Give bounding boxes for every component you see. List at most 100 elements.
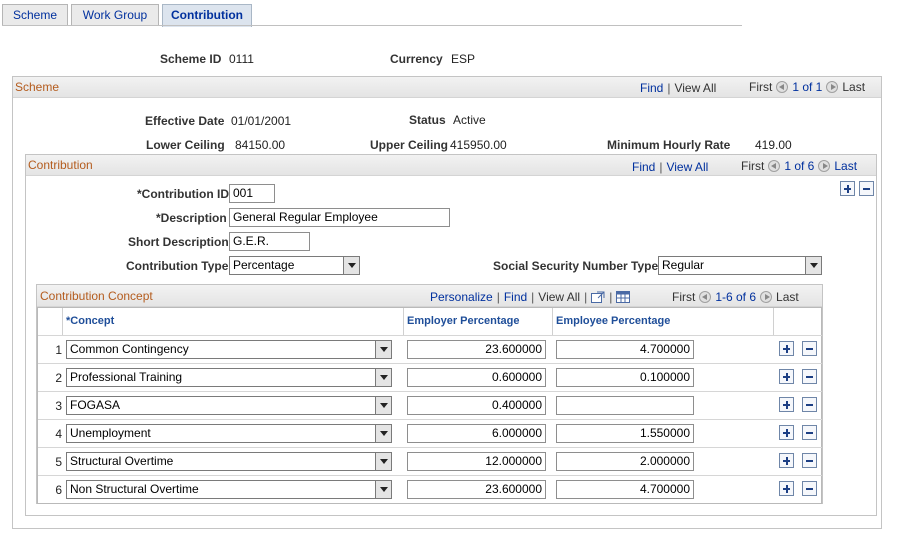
min-hourly-rate-label: Minimum Hourly Rate <box>607 138 731 152</box>
delete-contribution-button[interactable] <box>859 181 874 196</box>
row-number: 4 <box>55 427 62 441</box>
table-row: 2 Professional Training 0.600000 0.100000 <box>38 363 822 391</box>
concept-select[interactable]: Structural Overtime <box>66 452 392 471</box>
contribution-view-all-link[interactable]: View All <box>666 160 708 174</box>
concept-select[interactable]: Non Structural Overtime <box>66 480 392 499</box>
contribution-nav: Find | View All <box>632 160 708 174</box>
concept-find-link[interactable]: Find <box>504 290 527 304</box>
contribution-concept-section: Contribution Concept Personalize | Find … <box>36 284 823 504</box>
concept-column-header[interactable]: *Concept <box>63 308 404 335</box>
add-contribution-button[interactable] <box>840 181 855 196</box>
new-window-icon[interactable] <box>591 291 605 303</box>
concept-nav: Personalize | Find | View All | | <box>430 290 631 304</box>
personalize-link[interactable]: Personalize <box>430 290 493 304</box>
add-row-button[interactable] <box>779 425 794 440</box>
next-icon[interactable] <box>826 81 839 93</box>
delete-row-button[interactable] <box>802 481 817 496</box>
chevron-down-icon[interactable] <box>375 425 391 442</box>
contribution-find-link[interactable]: Find <box>632 160 655 174</box>
add-row-button[interactable] <box>779 481 794 496</box>
concept-value: FOGASA <box>70 398 121 412</box>
chevron-down-icon[interactable] <box>805 257 821 274</box>
employee-percentage-field[interactable]: 1.550000 <box>556 424 694 443</box>
short-description-field[interactable]: G.E.R. <box>229 232 310 251</box>
add-row-button[interactable] <box>779 341 794 356</box>
employee-percentage-field[interactable]: 0.100000 <box>556 368 694 387</box>
delete-row-button[interactable] <box>802 397 817 412</box>
employer-percentage-field[interactable]: 23.600000 <box>407 340 546 359</box>
chevron-down-icon[interactable] <box>375 453 391 470</box>
concept-title: Contribution Concept <box>40 289 153 303</box>
contribution-first: First <box>741 159 765 173</box>
tab-scheme[interactable]: Scheme <box>2 4 68 26</box>
delete-row-button[interactable] <box>802 425 817 440</box>
row-number: 6 <box>55 483 62 497</box>
previous-icon[interactable] <box>776 81 789 93</box>
scheme-last: Last <box>842 80 866 94</box>
short-description-label: Short Description <box>128 235 229 249</box>
employee-percentage-field[interactable] <box>556 396 694 415</box>
description-label: *Description <box>156 211 227 225</box>
delete-row-button[interactable] <box>802 341 817 356</box>
previous-icon[interactable] <box>768 160 781 172</box>
delete-row-button[interactable] <box>802 369 817 384</box>
scheme-find-link[interactable]: Find <box>640 81 663 95</box>
next-icon[interactable] <box>760 291 773 303</box>
delete-row-button[interactable] <box>802 453 817 468</box>
concept-value: Non Structural Overtime <box>70 482 199 496</box>
next-icon[interactable] <box>818 160 831 172</box>
chevron-down-icon[interactable] <box>375 341 391 358</box>
chevron-down-icon[interactable] <box>343 257 359 274</box>
concept-first: First <box>672 290 696 304</box>
min-hourly-rate-value: 419.00 <box>755 138 792 152</box>
scheme-id-label: Scheme ID <box>160 52 222 66</box>
employer-percentage-field[interactable]: 12.000000 <box>407 452 546 471</box>
concept-value: Professional Training <box>70 370 183 384</box>
currency-label: Currency <box>390 52 443 66</box>
contribution-last-link[interactable]: Last <box>834 159 857 173</box>
tab-work-group[interactable]: Work Group <box>71 4 159 26</box>
table-row: 6 Non Structural Overtime 23.600000 4.70000… <box>38 475 822 503</box>
row-number: 1 <box>55 343 62 357</box>
chevron-down-icon[interactable] <box>375 397 391 414</box>
concept-value: Structural Overtime <box>70 454 174 468</box>
concept-select[interactable]: Common Contingency <box>66 340 392 359</box>
table-row: 3 FOGASA 0.400000 <box>38 391 822 419</box>
ssn-type-value: Regular <box>662 258 705 272</box>
spreadsheet-icon[interactable] <box>616 291 631 303</box>
employee-percentage-header[interactable]: Employee Percentage <box>553 308 774 335</box>
employer-percentage-header[interactable]: Employer Percentage <box>404 308 553 335</box>
contribution-section: Contribution Find | View All First 1 of … <box>25 154 877 516</box>
employer-percentage-field[interactable]: 0.400000 <box>407 396 546 415</box>
upper-ceiling-value: 415950.00 <box>450 138 507 152</box>
concept-select[interactable]: Unemployment <box>66 424 392 443</box>
separator: | <box>667 81 671 95</box>
contribution-type-select[interactable]: Percentage <box>229 256 360 275</box>
previous-icon[interactable] <box>699 291 712 303</box>
employee-percentage-field[interactable]: 2.000000 <box>556 452 694 471</box>
employer-percentage-field[interactable]: 23.600000 <box>407 480 546 499</box>
separator: | <box>496 290 500 304</box>
status-value: Active <box>453 113 486 127</box>
employee-percentage-field[interactable]: 4.700000 <box>556 340 694 359</box>
employer-percentage-field[interactable]: 6.000000 <box>407 424 546 443</box>
tab-scheme-label: Scheme <box>12 8 58 22</box>
scheme-header: Scheme Find | View All First 1 of 1 Last <box>13 77 881 98</box>
contribution-counter: 1 of 6 <box>784 159 815 173</box>
table-row: 1 Common Contingency 23.600000 4.700000 <box>38 335 822 363</box>
add-row-button[interactable] <box>779 453 794 468</box>
add-row-button[interactable] <box>779 369 794 384</box>
tab-contribution[interactable]: Contribution <box>162 4 252 27</box>
concept-select[interactable]: Professional Training <box>66 368 392 387</box>
add-row-button[interactable] <box>779 397 794 412</box>
description-field[interactable]: General Regular Employee <box>229 208 450 227</box>
employee-percentage-field[interactable]: 4.700000 <box>556 480 694 499</box>
row-number: 5 <box>55 455 62 469</box>
concept-select[interactable]: FOGASA <box>66 396 392 415</box>
chevron-down-icon[interactable] <box>375 481 391 498</box>
contribution-id-field[interactable]: 001 <box>229 184 275 203</box>
employer-percentage-field[interactable]: 0.600000 <box>407 368 546 387</box>
chevron-down-icon[interactable] <box>375 369 391 386</box>
contribution-type-label: Contribution Type <box>126 259 229 273</box>
ssn-type-select[interactable]: Regular <box>658 256 822 275</box>
